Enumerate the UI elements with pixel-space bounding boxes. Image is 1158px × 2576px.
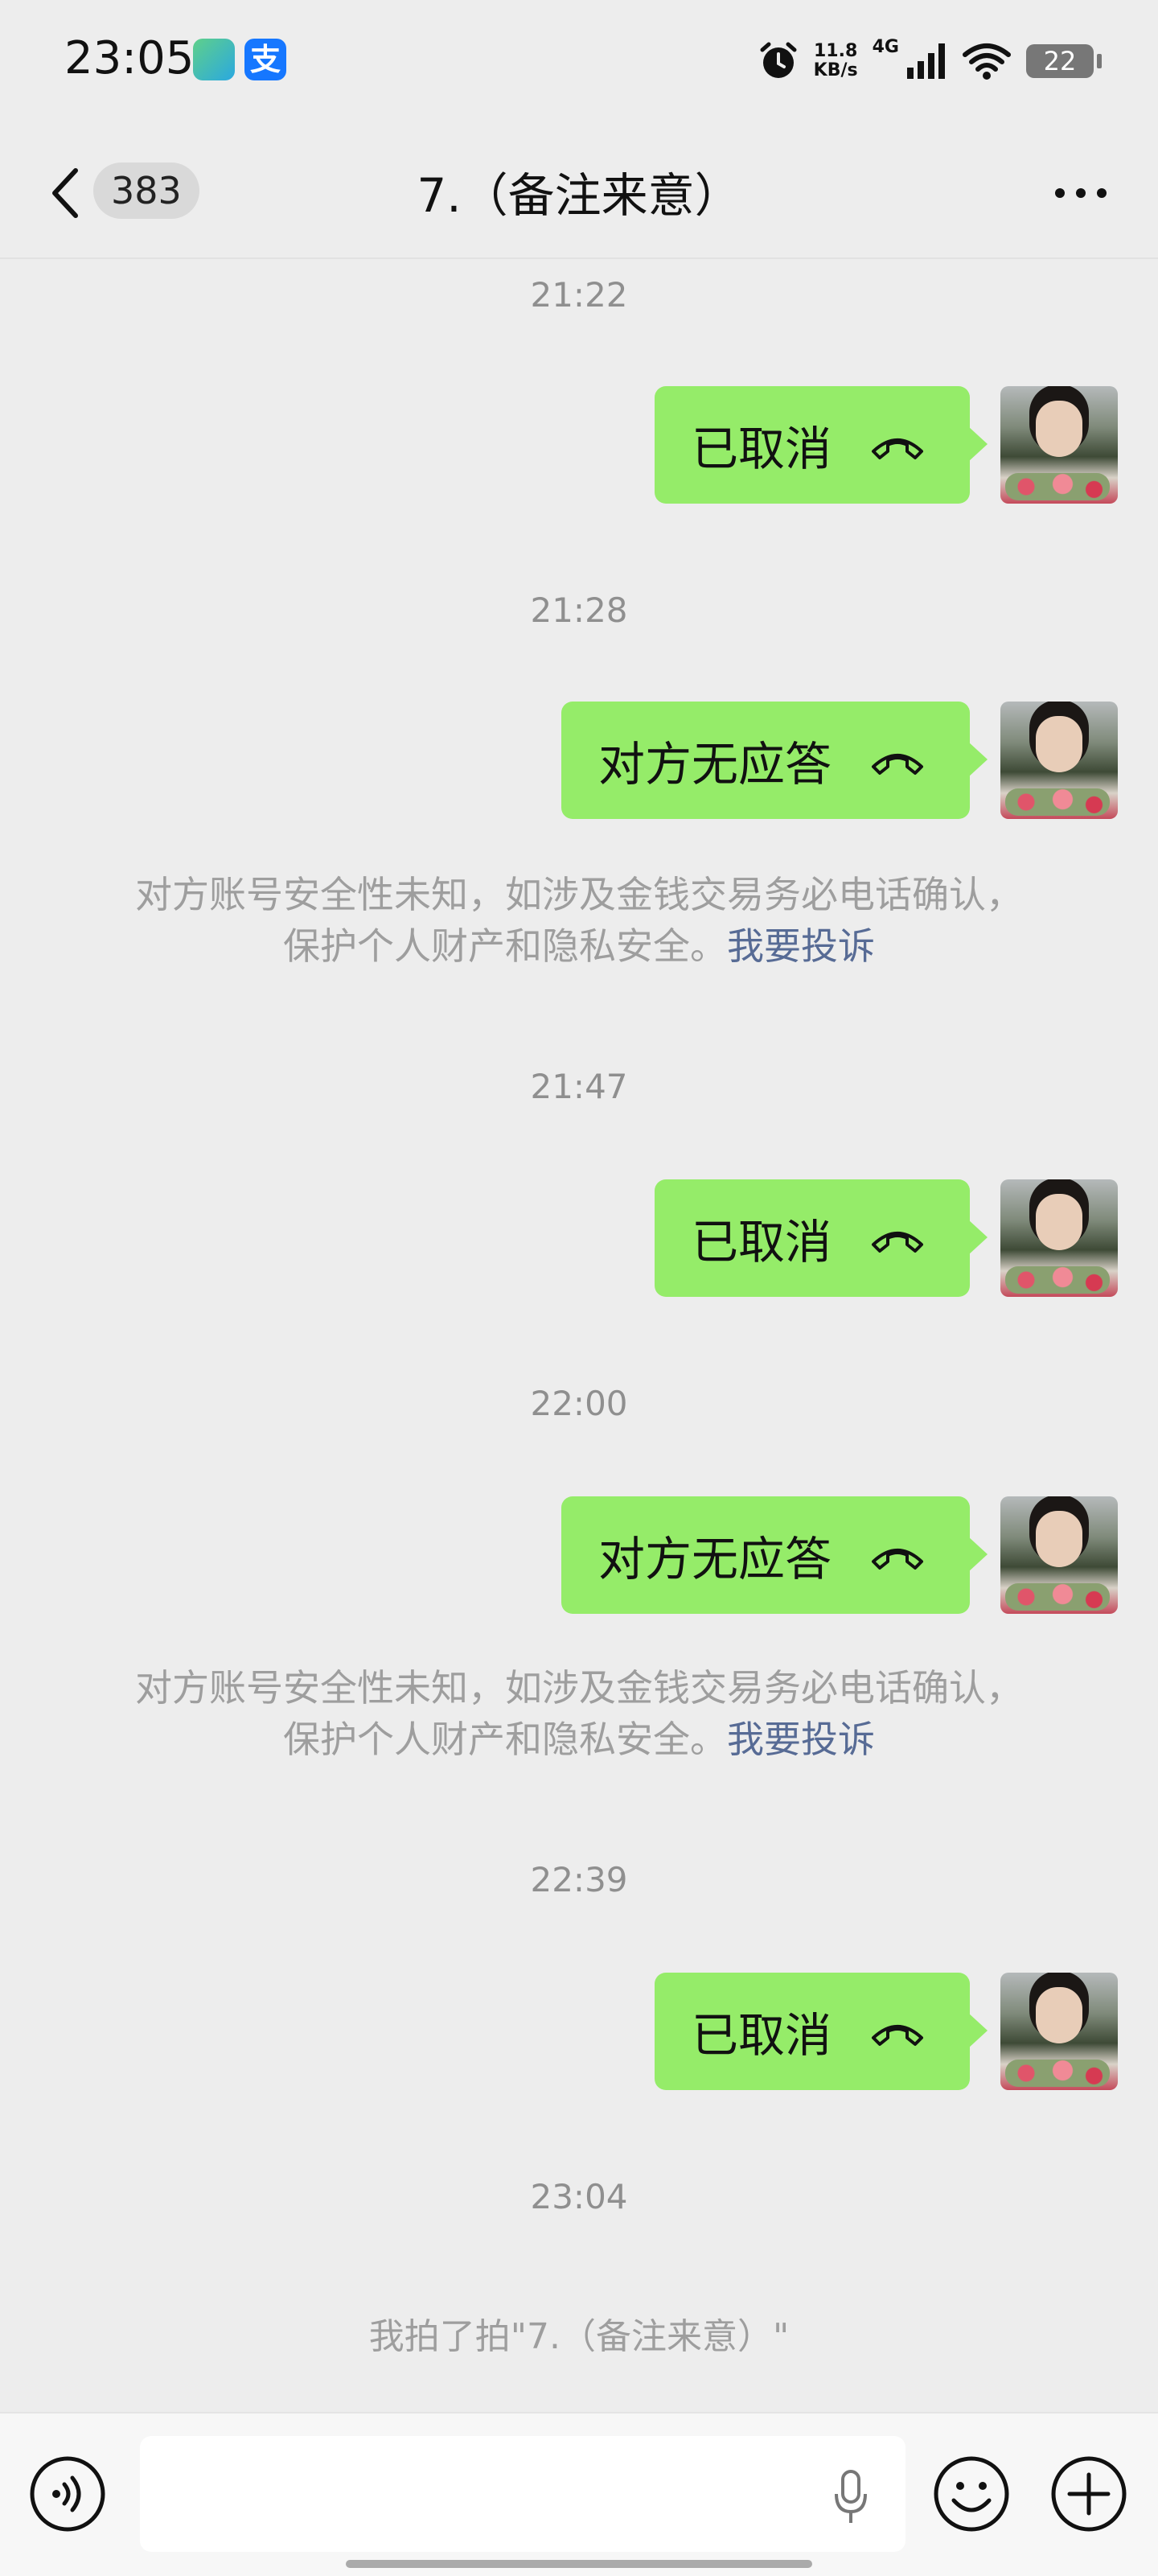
phone-hangup-icon xyxy=(872,754,923,775)
call-status-bubble[interactable]: 已取消 xyxy=(654,386,988,504)
message-text-input[interactable] xyxy=(140,2436,905,2552)
call-status-bubble[interactable]: 对方无应答 xyxy=(561,702,988,819)
call-status-bubble[interactable]: 已取消 xyxy=(654,1973,988,2090)
call-status-text: 对方无应答 xyxy=(597,737,832,792)
plus-icon[interactable] xyxy=(1050,2455,1127,2533)
home-indicator[interactable] xyxy=(346,2560,812,2568)
timestamp: 21:22 xyxy=(530,275,628,315)
report-link[interactable]: 我要投诉 xyxy=(727,1718,875,1761)
message-row: 对方无应答 xyxy=(561,1496,1118,1614)
chat-title: 7.（备注来意） xyxy=(417,168,741,223)
call-status-bubble[interactable]: 已取消 xyxy=(654,1179,988,1297)
avatar[interactable] xyxy=(1000,1496,1118,1614)
avatar[interactable] xyxy=(1000,386,1118,504)
security-notice: 对方账号安全性未知，如涉及金钱交易务必电话确认， 保护个人财产和隐私安全。我要投… xyxy=(0,1662,1158,1765)
signal-icon xyxy=(907,43,945,79)
status-time: 23:05 xyxy=(64,32,195,84)
timestamp: 23:04 xyxy=(530,2177,628,2216)
avatar[interactable] xyxy=(1000,1179,1118,1297)
status-right-group: 11.8 KB/s 4G 22 xyxy=(758,37,1102,85)
timestamp: 21:28 xyxy=(530,591,628,630)
call-status-text: 已取消 xyxy=(691,1215,832,1269)
call-status-bubble[interactable]: 对方无应答 xyxy=(561,1496,988,1614)
pat-system-message: 我拍了拍"7.（备注来意）" xyxy=(368,2316,790,2357)
call-status-text: 对方无应答 xyxy=(597,1532,832,1586)
alipay-icon: 支 xyxy=(244,39,286,80)
chat-header: 383 7.（备注来意） xyxy=(0,121,1158,259)
alarm-clock-icon xyxy=(760,42,797,78)
security-notice-line2: 保护个人财产和隐私安全。 xyxy=(283,1718,727,1761)
message-row: 已取消 xyxy=(654,386,1118,504)
network-speed-value: 11.8 xyxy=(814,41,858,61)
network-speed: 11.8 KB/s xyxy=(814,42,858,80)
network-type: 4G xyxy=(872,37,899,57)
timestamp: 21:47 xyxy=(530,1067,628,1106)
timestamp: 22:00 xyxy=(530,1384,628,1423)
emoji-icon[interactable] xyxy=(933,2455,1010,2533)
battery-indicator: 22 xyxy=(1026,44,1102,78)
security-notice-line1: 对方账号安全性未知，如涉及金钱交易务必电话确认， xyxy=(135,1666,1023,1710)
phone-hangup-icon xyxy=(872,438,923,459)
chat-message-list[interactable]: 21:22 已取消 21:28 对方无应答 对方账号安全性未知，如涉及金钱交易务… xyxy=(0,259,1158,2412)
security-notice-line2: 保护个人财产和隐私安全。 xyxy=(283,924,727,968)
message-row: 已取消 xyxy=(654,1973,1118,2090)
status-bar: 23:05 支 11.8 KB/s 4G 22 xyxy=(0,0,1158,121)
message-row: 对方无应答 xyxy=(561,702,1118,819)
avatar[interactable] xyxy=(1000,1973,1118,2090)
call-status-text: 已取消 xyxy=(691,2008,832,2063)
phone-hangup-icon xyxy=(872,1232,923,1253)
wifi-icon xyxy=(963,43,1011,80)
network-speed-unit: KB/s xyxy=(813,60,858,80)
voice-toggle-icon[interactable] xyxy=(29,2455,106,2533)
phone-hangup-icon xyxy=(872,1549,923,1570)
timestamp: 22:39 xyxy=(530,1860,628,1899)
report-link[interactable]: 我要投诉 xyxy=(727,924,875,968)
avatar[interactable] xyxy=(1000,702,1118,819)
green-app-icon xyxy=(193,39,235,80)
security-notice: 对方账号安全性未知，如涉及金钱交易务必电话确认， 保护个人财产和隐私安全。我要投… xyxy=(0,869,1158,972)
message-row: 已取消 xyxy=(654,1179,1118,1297)
more-options-icon[interactable] xyxy=(1049,177,1113,209)
call-status-text: 已取消 xyxy=(691,422,832,476)
mic-icon[interactable] xyxy=(832,2468,870,2526)
message-input-bar xyxy=(0,2412,1158,2576)
phone-hangup-icon xyxy=(872,2025,923,2046)
security-notice-line1: 对方账号安全性未知，如涉及金钱交易务必电话确认， xyxy=(135,873,1023,916)
